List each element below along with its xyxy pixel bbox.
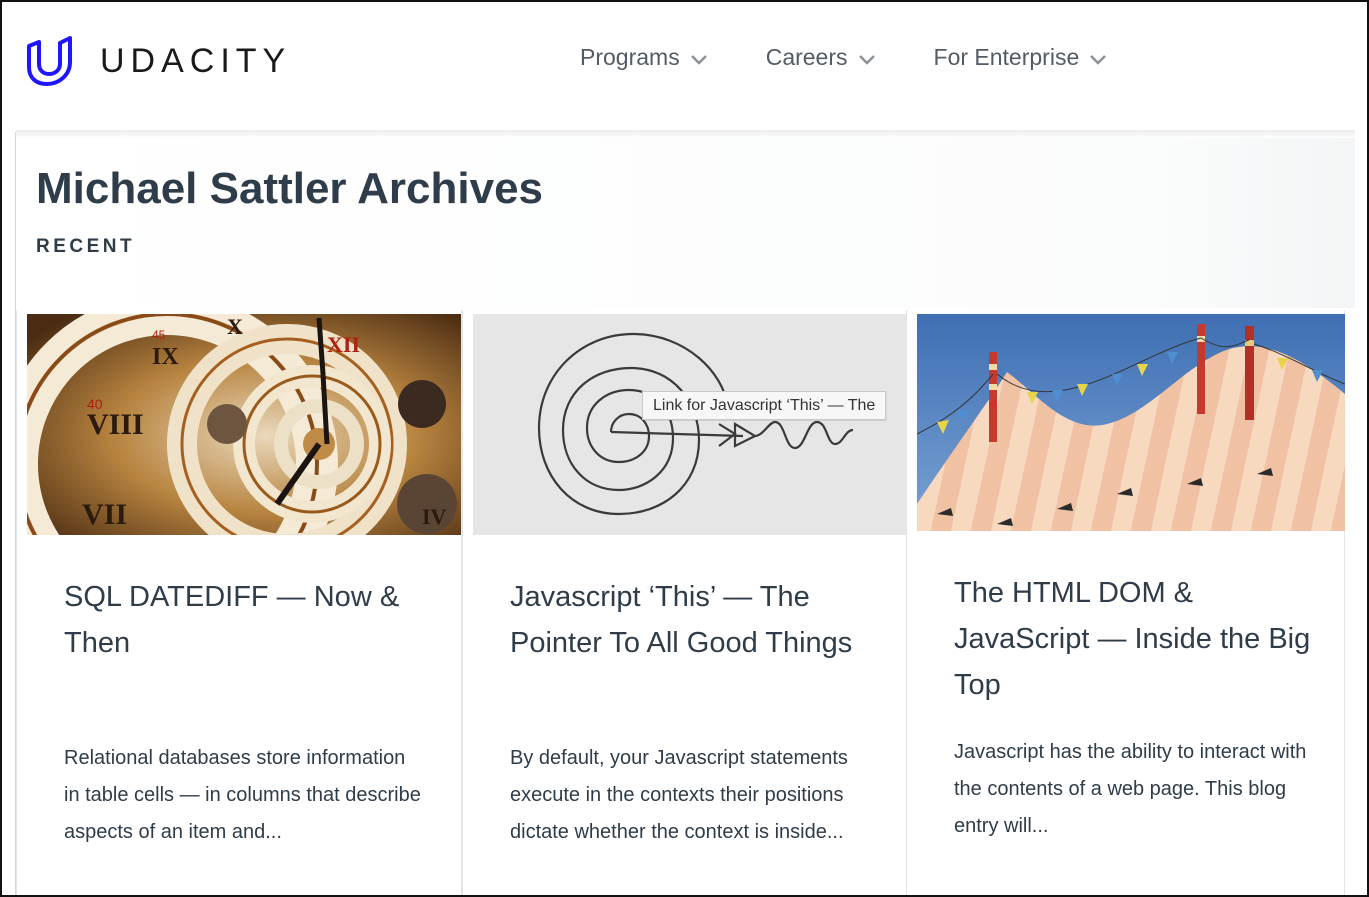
nav-programs-label: Programs <box>580 44 680 70</box>
nav-careers[interactable]: Careers <box>766 43 876 71</box>
card-excerpt: Relational databases store information i… <box>64 747 421 843</box>
svg-text:IV: IV <box>422 504 447 529</box>
svg-text:40: 40 <box>87 396 103 412</box>
brand-wordmark: UDACITY <box>100 42 292 80</box>
udacity-logo-icon <box>27 36 72 86</box>
nav-programs[interactable]: Programs <box>580 43 708 71</box>
udacity-logo[interactable]: UDACITY <box>26 34 291 88</box>
section-label: RECENT <box>36 236 136 257</box>
nav-enterprise-label: For Enterprise <box>933 44 1080 70</box>
spiral-clock-image[interactable]: XII VIII IX X VII IV 40 45 <box>27 314 461 535</box>
page-title: Michael Sattler Archives <box>36 164 544 213</box>
chevron-down-icon <box>858 54 875 65</box>
main-nav: Programs Careers For Enterprise <box>580 43 1165 71</box>
svg-text:45: 45 <box>152 328 166 342</box>
card-excerpt: By default, your Javascript statements e… <box>510 747 848 843</box>
svg-text:VII: VII <box>82 498 127 531</box>
site-header: UDACITY Programs Careers For Enterprise <box>0 0 1355 132</box>
card-excerpt: Javascript has the ability to interact w… <box>954 741 1307 837</box>
nav-for-enterprise[interactable]: For Enterprise <box>934 43 1108 71</box>
chevron-down-icon <box>1090 54 1107 65</box>
circus-tent-image[interactable] <box>917 314 1345 531</box>
post-card[interactable]: The HTML DOM & JavaScript — Inside the B… <box>906 310 1345 897</box>
card-title[interactable]: SQL DATEDIFF — Now & Then <box>64 574 434 666</box>
card-title[interactable]: The HTML DOM & JavaScript — Inside the B… <box>954 570 1324 708</box>
svg-text:XII: XII <box>327 332 360 357</box>
card-title[interactable]: Javascript ‘This’ — The Pointer To All G… <box>510 574 880 666</box>
nav-careers-label: Careers <box>765 44 848 70</box>
post-card[interactable]: XII VIII IX X VII IV 40 45 SQL DATEDIFF … <box>16 310 462 897</box>
chevron-down-icon <box>690 54 707 65</box>
link-tooltip-container: Link for Javascript ‘This’ — The <box>642 391 906 421</box>
svg-text:X: X <box>227 314 243 339</box>
svg-text:VIII: VIII <box>87 408 144 441</box>
link-tooltip: Link for Javascript ‘This’ — The <box>642 391 887 420</box>
spiral-target-arrow-image[interactable] <box>473 314 907 535</box>
svg-text:IX: IX <box>152 344 179 370</box>
